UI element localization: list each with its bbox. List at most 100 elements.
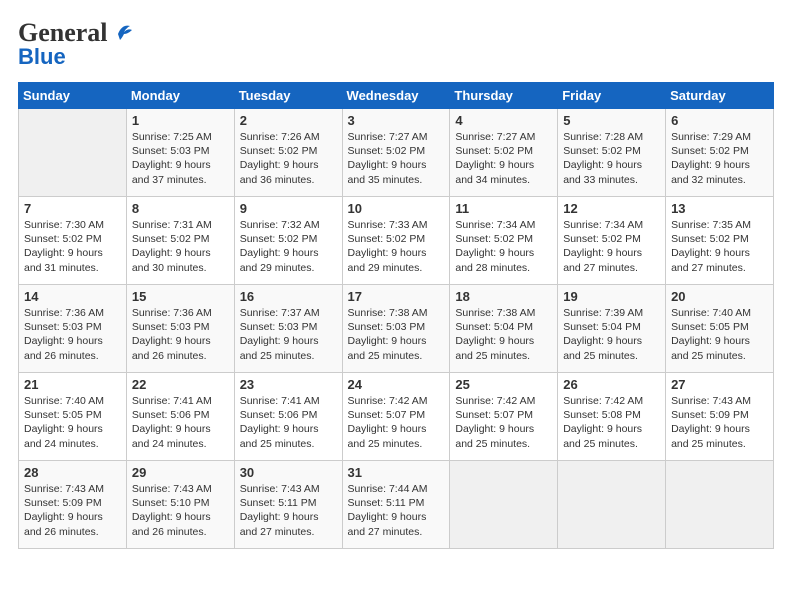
- sunrise-text: Sunrise: 7:37 AM: [240, 306, 337, 320]
- sunrise-text: Sunrise: 7:43 AM: [671, 394, 768, 408]
- calendar-body: 1 Sunrise: 7:25 AMSunset: 5:03 PMDaylight…: [19, 109, 774, 549]
- logo-bird-icon: [110, 20, 132, 42]
- calendar-cell: 25 Sunrise: 7:42 AMSunset: 5:07 PMDayligh…: [450, 373, 558, 461]
- sunset-text: Sunset: 5:02 PM: [240, 144, 337, 158]
- calendar-cell: 15Sunrise: 7:36 AMSunset: 5:03 PMDayligh…: [126, 285, 234, 373]
- calendar-cell: 20Sunrise: 7:40 AMSunset: 5:05 PMDayligh…: [666, 285, 774, 373]
- sunrise-text: Sunrise: 7:42 AM: [455, 394, 552, 408]
- sunset-text: Sunset: 5:02 PM: [24, 232, 121, 246]
- day-number: 22: [132, 377, 229, 392]
- sunset-text: Sunset: 5:03 PM: [24, 320, 121, 334]
- day-info: Sunrise: 7:43 AMSunset: 5:09 PMDaylight:…: [24, 482, 121, 539]
- sunset-text: Sunset: 5:02 PM: [348, 144, 445, 158]
- calendar-cell: 13Sunrise: 7:35 AMSunset: 5:02 PMDayligh…: [666, 197, 774, 285]
- calendar-cell: [19, 109, 127, 197]
- sunset-text: Sunset: 5:11 PM: [240, 496, 337, 510]
- daylight-text: Daylight: 9 hours and 24 minutes.: [132, 422, 229, 450]
- day-info: Sunrise: 7:42 AMSunset: 5:07 PMDaylight:…: [455, 394, 552, 451]
- day-number: 1: [132, 113, 229, 128]
- sunrise-text: Sunrise: 7:42 AM: [348, 394, 445, 408]
- daylight-text: Daylight: 9 hours and 27 minutes.: [563, 246, 660, 274]
- calendar-cell: 5Sunrise: 7:28 AMSunset: 5:02 PMDaylight…: [558, 109, 666, 197]
- calendar-week-4: 21Sunrise: 7:40 AMSunset: 5:05 PMDayligh…: [19, 373, 774, 461]
- day-info: Sunrise: 7:37 AMSunset: 5:03 PMDaylight:…: [240, 306, 337, 363]
- calendar-cell: 7 Sunrise: 7:30 AMSunset: 5:02 PMDaylight…: [19, 197, 127, 285]
- sunrise-text: Sunrise: 7:26 AM: [240, 130, 337, 144]
- sunrise-text: Sunrise: 7:38 AM: [348, 306, 445, 320]
- calendar-header: SundayMondayTuesdayWednesdayThursdayFrid…: [19, 83, 774, 109]
- calendar-cell: 2 Sunrise: 7:26 AMSunset: 5:02 PMDaylight…: [234, 109, 342, 197]
- sunset-text: Sunset: 5:02 PM: [563, 144, 660, 158]
- day-info: Sunrise: 7:29 AMSunset: 5:02 PMDaylight:…: [671, 130, 768, 187]
- day-info: Sunrise: 7:42 AMSunset: 5:08 PMDaylight:…: [563, 394, 660, 451]
- sunset-text: Sunset: 5:04 PM: [455, 320, 552, 334]
- day-number: 5: [563, 113, 660, 128]
- sunset-text: Sunset: 5:06 PM: [132, 408, 229, 422]
- daylight-text: Daylight: 9 hours and 25 minutes.: [671, 334, 768, 362]
- daylight-text: Daylight: 9 hours and 33 minutes.: [563, 158, 660, 186]
- sunset-text: Sunset: 5:05 PM: [671, 320, 768, 334]
- sunrise-text: Sunrise: 7:43 AM: [240, 482, 337, 496]
- sunrise-text: Sunrise: 7:40 AM: [24, 394, 121, 408]
- sunset-text: Sunset: 5:02 PM: [240, 232, 337, 246]
- daylight-text: Daylight: 9 hours and 27 minutes.: [240, 510, 337, 538]
- day-number: 10: [348, 201, 445, 216]
- day-info: Sunrise: 7:41 AMSunset: 5:06 PMDaylight:…: [240, 394, 337, 451]
- day-number: 2: [240, 113, 337, 128]
- daylight-text: Daylight: 9 hours and 29 minutes.: [348, 246, 445, 274]
- day-info: Sunrise: 7:43 AMSunset: 5:11 PMDaylight:…: [240, 482, 337, 539]
- daylight-text: Daylight: 9 hours and 24 minutes.: [24, 422, 121, 450]
- day-number: 30: [240, 465, 337, 480]
- day-info: Sunrise: 7:38 AMSunset: 5:04 PMDaylight:…: [455, 306, 552, 363]
- page: General Blue SundayMondayTuesdayWednesda…: [0, 0, 792, 612]
- day-info: Sunrise: 7:30 AMSunset: 5:02 PMDaylight:…: [24, 218, 121, 275]
- daylight-text: Daylight: 9 hours and 36 minutes.: [240, 158, 337, 186]
- header: General Blue: [18, 18, 774, 70]
- daylight-text: Daylight: 9 hours and 25 minutes.: [348, 422, 445, 450]
- calendar-cell: 18 Sunrise: 7:38 AMSunset: 5:04 PMDayligh…: [450, 285, 558, 373]
- sunrise-text: Sunrise: 7:41 AM: [240, 394, 337, 408]
- calendar-cell: 12Sunrise: 7:34 AMSunset: 5:02 PMDayligh…: [558, 197, 666, 285]
- sunrise-text: Sunrise: 7:43 AM: [132, 482, 229, 496]
- day-info: Sunrise: 7:27 AMSunset: 5:02 PMDaylight:…: [455, 130, 552, 187]
- day-info: Sunrise: 7:42 AMSunset: 5:07 PMDaylight:…: [348, 394, 445, 451]
- sunset-text: Sunset: 5:06 PM: [240, 408, 337, 422]
- logo: General Blue: [18, 18, 132, 70]
- day-number: 25: [455, 377, 552, 392]
- calendar-cell: 21Sunrise: 7:40 AMSunset: 5:05 PMDayligh…: [19, 373, 127, 461]
- calendar-table: SundayMondayTuesdayWednesdayThursdayFrid…: [18, 82, 774, 549]
- calendar-cell: 10Sunrise: 7:33 AMSunset: 5:02 PMDayligh…: [342, 197, 450, 285]
- sunrise-text: Sunrise: 7:34 AM: [455, 218, 552, 232]
- daylight-text: Daylight: 9 hours and 25 minutes.: [240, 422, 337, 450]
- day-number: 17: [348, 289, 445, 304]
- daylight-text: Daylight: 9 hours and 27 minutes.: [348, 510, 445, 538]
- sunrise-text: Sunrise: 7:41 AM: [132, 394, 229, 408]
- calendar-cell: 31Sunrise: 7:44 AMSunset: 5:11 PMDayligh…: [342, 461, 450, 549]
- sunset-text: Sunset: 5:10 PM: [132, 496, 229, 510]
- sunrise-text: Sunrise: 7:31 AM: [132, 218, 229, 232]
- day-number: 18: [455, 289, 552, 304]
- day-info: Sunrise: 7:25 AMSunset: 5:03 PMDaylight:…: [132, 130, 229, 187]
- calendar-week-1: 1 Sunrise: 7:25 AMSunset: 5:03 PMDaylight…: [19, 109, 774, 197]
- day-info: Sunrise: 7:40 AMSunset: 5:05 PMDaylight:…: [671, 306, 768, 363]
- calendar-cell: 17Sunrise: 7:38 AMSunset: 5:03 PMDayligh…: [342, 285, 450, 373]
- sunrise-text: Sunrise: 7:42 AM: [563, 394, 660, 408]
- day-info: Sunrise: 7:43 AMSunset: 5:10 PMDaylight:…: [132, 482, 229, 539]
- day-info: Sunrise: 7:35 AMSunset: 5:02 PMDaylight:…: [671, 218, 768, 275]
- calendar-cell: 1 Sunrise: 7:25 AMSunset: 5:03 PMDaylight…: [126, 109, 234, 197]
- daylight-text: Daylight: 9 hours and 26 minutes.: [132, 334, 229, 362]
- day-info: Sunrise: 7:43 AMSunset: 5:09 PMDaylight:…: [671, 394, 768, 451]
- sunrise-text: Sunrise: 7:33 AM: [348, 218, 445, 232]
- day-number: 29: [132, 465, 229, 480]
- sunrise-text: Sunrise: 7:29 AM: [671, 130, 768, 144]
- calendar-cell: 3Sunrise: 7:27 AMSunset: 5:02 PMDaylight…: [342, 109, 450, 197]
- sunrise-text: Sunrise: 7:43 AM: [24, 482, 121, 496]
- day-number: 11: [455, 201, 552, 216]
- day-number: 16: [240, 289, 337, 304]
- sunrise-text: Sunrise: 7:35 AM: [671, 218, 768, 232]
- calendar-week-2: 7 Sunrise: 7:30 AMSunset: 5:02 PMDaylight…: [19, 197, 774, 285]
- day-number: 7: [24, 201, 121, 216]
- calendar-cell: 6Sunrise: 7:29 AMSunset: 5:02 PMDaylight…: [666, 109, 774, 197]
- day-number: 9: [240, 201, 337, 216]
- day-number: 28: [24, 465, 121, 480]
